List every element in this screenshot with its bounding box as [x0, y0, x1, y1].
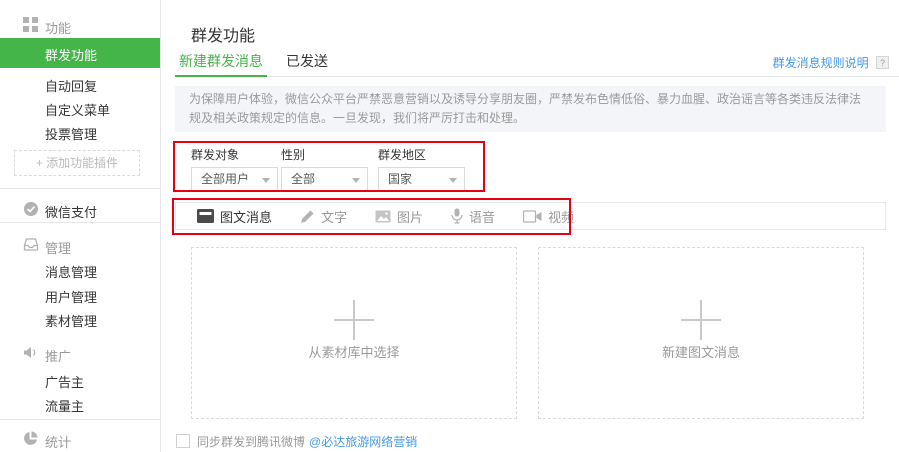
message-type-video[interactable]: 视频: [523, 207, 574, 226]
gender-select[interactable]: 全部: [281, 167, 368, 192]
sidebar-divider: [0, 222, 160, 223]
image-icon: [375, 210, 391, 223]
megaphone-icon: [23, 345, 40, 362]
section-label: 统计: [45, 432, 71, 451]
sidebar-item-label: 广告主: [45, 372, 84, 391]
tab-sent[interactable]: 已发送: [277, 48, 337, 75]
field-target: 群发对象 全部用户: [191, 146, 281, 192]
message-type-toolbar: 图文消息 文字 图片 语音: [175, 202, 886, 230]
message-type-text[interactable]: 文字: [300, 207, 347, 226]
help-icon: ?: [876, 56, 889, 69]
sidebar-item-custom-menu[interactable]: 自定义菜单: [0, 96, 160, 120]
policy-notice: 为保障用户体验，微信公众平台严禁恶意营销以及诱导分享朋友圈，严禁发布色情低俗、暴…: [175, 86, 886, 132]
field-gender: 性别 全部: [281, 146, 371, 192]
wechat-pay-icon: [23, 201, 40, 218]
sidebar-item-mass-message[interactable]: 群发功能: [0, 38, 160, 68]
sidebar-item-advertiser[interactable]: 广告主: [0, 368, 160, 392]
sidebar-item-vote-manage[interactable]: 投票管理: [0, 120, 160, 144]
sync-weibo-row: 同步群发到腾讯微博 @必达旅游网络营销: [176, 433, 417, 449]
video-camera-icon: [523, 210, 542, 223]
message-type-voice[interactable]: 语音: [451, 207, 495, 226]
tab-bar: 新建群发消息 已发送 群发消息规则说明 ?: [175, 48, 899, 77]
tab-new-mass-message[interactable]: 新建群发消息: [175, 48, 267, 77]
gender-select-value: 全部: [291, 172, 315, 186]
weibo-account-link[interactable]: @必达旅游网络营销: [309, 433, 417, 450]
inbox-icon: [23, 237, 40, 254]
plus-icon: [681, 300, 721, 340]
sidebar-item-message-manage[interactable]: 消息管理: [0, 258, 160, 282]
sidebar-item-traffic-owner[interactable]: 流量主: [0, 392, 160, 416]
field-region: 群发地区 国家: [378, 146, 468, 192]
sidebar-item-label: 用户管理: [45, 287, 97, 306]
page-title: 群发功能: [191, 22, 255, 46]
section-label: 管理: [45, 238, 71, 257]
message-type-image[interactable]: 图片: [375, 207, 423, 226]
message-type-label: 语音: [469, 207, 495, 226]
add-plugin-button[interactable]: + 添加功能插件: [14, 150, 140, 176]
card-label: 新建图文消息: [539, 342, 863, 361]
pencil-icon: [300, 209, 315, 224]
sync-weibo-checkbox[interactable]: [176, 434, 190, 448]
sidebar-section-statistics: 统计: [0, 428, 160, 452]
sidebar: 功能 群发功能 自动回复 自定义菜单 投票管理 + 添加功能插件 微信支付: [0, 0, 161, 452]
main-content: 群发功能 新建群发消息 已发送 群发消息规则说明 ? 为保障用户体验，微信公众平…: [161, 0, 899, 452]
create-news-card[interactable]: 新建图文消息: [538, 247, 864, 419]
target-select-value: 全部用户: [201, 172, 249, 186]
sidebar-item-material-manage[interactable]: 素材管理: [0, 307, 160, 331]
mass-message-rules-link[interactable]: 群发消息规则说明 ?: [773, 53, 889, 71]
sidebar-item-label: 消息管理: [45, 262, 97, 281]
select-from-library-card[interactable]: 从素材库中选择: [191, 247, 517, 419]
plus-icon: [334, 300, 374, 340]
message-type-label: 文字: [321, 207, 347, 226]
sidebar-item-auto-reply[interactable]: 自动回复: [0, 72, 160, 96]
region-select[interactable]: 国家: [378, 167, 465, 192]
chevron-down-icon: [262, 178, 270, 183]
sidebar-item-label: 群发功能: [45, 45, 97, 64]
chevron-down-icon: [352, 178, 360, 183]
microphone-icon: [451, 208, 463, 224]
section-label: 微信支付: [45, 202, 97, 221]
message-type-news[interactable]: 图文消息: [197, 207, 272, 226]
sidebar-item-user-manage[interactable]: 用户管理: [0, 283, 160, 307]
target-select[interactable]: 全部用户: [191, 167, 278, 192]
pie-chart-icon: [23, 431, 40, 448]
sidebar-divider: [0, 419, 160, 420]
section-label: 推广: [45, 346, 71, 365]
region-label: 群发地区: [378, 146, 468, 163]
gender-label: 性别: [281, 146, 371, 163]
wechat-mp-admin: 功能 群发功能 自动回复 自定义菜单 投票管理 + 添加功能插件 微信支付: [0, 0, 899, 452]
message-type-label: 视频: [548, 207, 574, 226]
sidebar-item-label: 自定义菜单: [45, 100, 110, 119]
chevron-down-icon: [449, 178, 457, 183]
region-select-value: 国家: [388, 172, 412, 186]
sidebar-section-manage: 管理: [0, 234, 160, 258]
card-label: 从素材库中选择: [192, 342, 516, 361]
sidebar-item-label: 素材管理: [45, 311, 97, 330]
message-type-label: 图文消息: [220, 207, 272, 226]
sidebar-item-label: 流量主: [45, 396, 84, 415]
sidebar-section-wechat-pay[interactable]: 微信支付: [0, 198, 160, 222]
sidebar-section-promotion: 推广: [0, 342, 160, 366]
sidebar-item-label: 自动回复: [45, 76, 97, 95]
sidebar-divider: [0, 188, 160, 189]
rules-link-label: 群发消息规则说明: [773, 56, 869, 70]
grid-icon: [23, 17, 40, 34]
sidebar-section-features: 功能: [0, 14, 160, 38]
message-type-label: 图片: [397, 207, 423, 226]
news-icon: [197, 209, 214, 223]
target-label: 群发对象: [191, 146, 281, 163]
sidebar-item-label: 投票管理: [45, 124, 97, 143]
section-label: 功能: [45, 18, 71, 37]
sync-weibo-label: 同步群发到腾讯微博: [197, 433, 305, 450]
